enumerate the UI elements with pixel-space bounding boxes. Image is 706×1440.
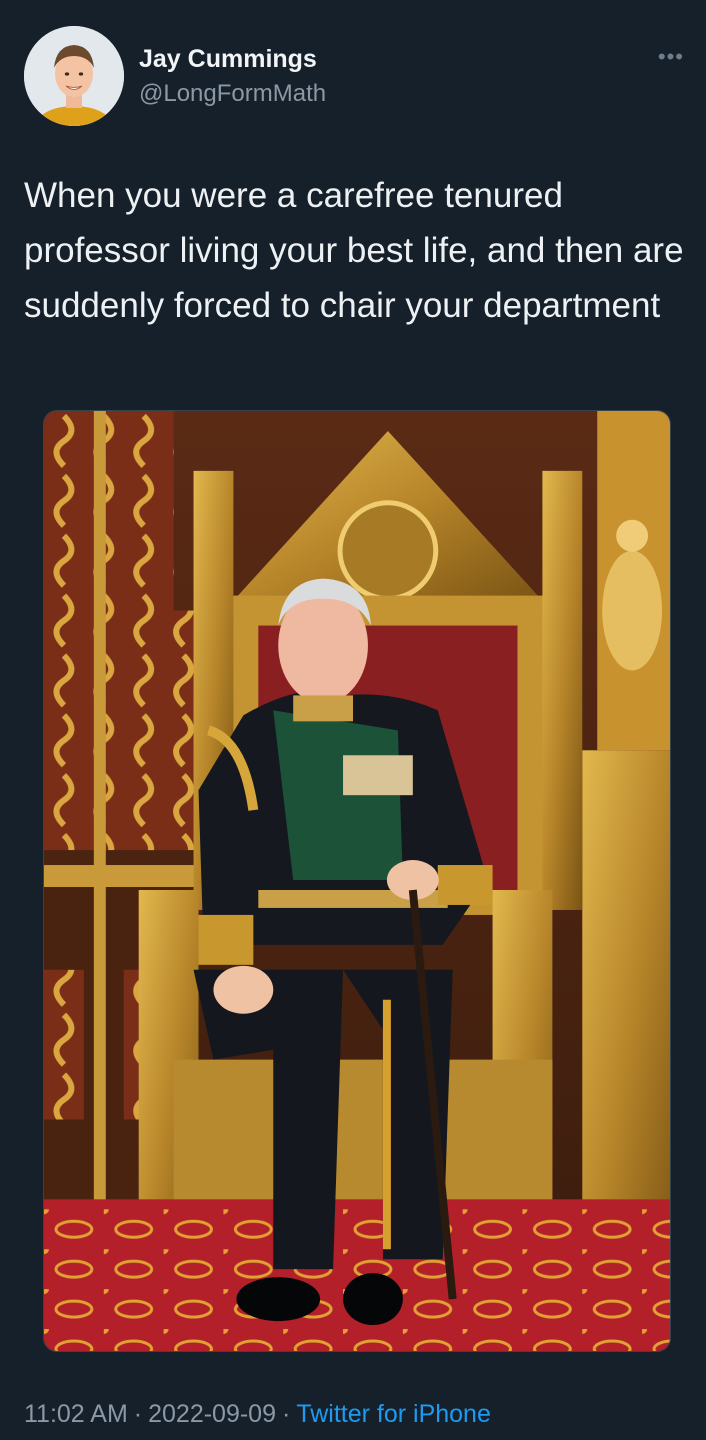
more-dots-icon[interactable]: ••• xyxy=(658,46,684,68)
meta-separator: · xyxy=(133,1400,143,1428)
avatar[interactable] xyxy=(24,26,124,126)
user-handle[interactable]: @LongFormMath xyxy=(139,80,326,108)
tweet-source-link[interactable]: Twitter for iPhone xyxy=(296,1400,491,1428)
avatar-photo xyxy=(24,26,124,126)
tweet-photo[interactable] xyxy=(43,410,671,1352)
display-name[interactable]: Jay Cummings xyxy=(139,45,317,74)
tweet-time[interactable]: 11:02 AM xyxy=(24,1400,128,1428)
tweet-meta: 11:02 AM · 2022-09-09 · Twitter for iPhone xyxy=(24,1400,491,1429)
throne-photo xyxy=(44,411,670,1351)
tweet-text: When you were a carefree tenured profess… xyxy=(24,176,684,325)
tweet: Jay Cummings @LongFormMath ••• When you … xyxy=(0,0,706,1440)
tweet-date[interactable]: 2022-09-09 xyxy=(148,1400,276,1428)
meta-separator-2: · xyxy=(282,1400,291,1428)
